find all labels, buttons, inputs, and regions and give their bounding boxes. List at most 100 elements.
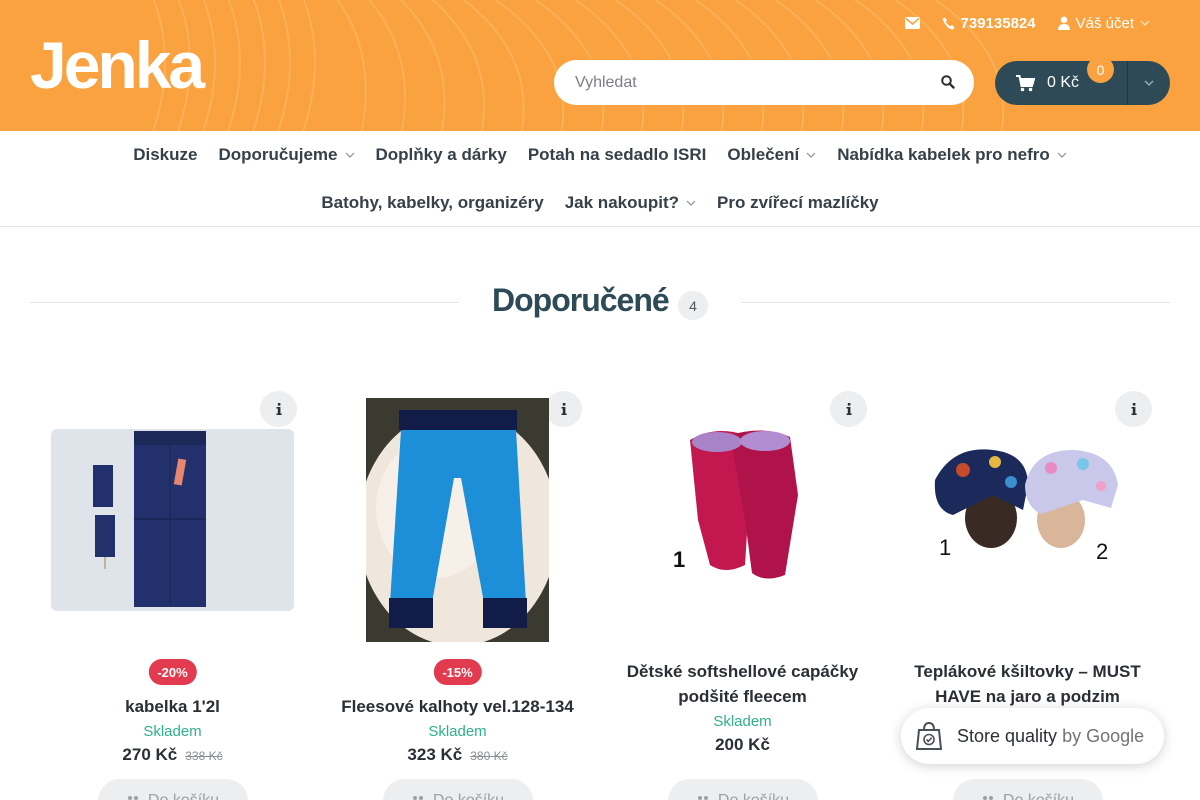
product-card: -20% kabelka 1'2l Skladem 270 Kč 338 Kč D… — [30, 385, 315, 800]
add-to-cart-label: Do košíku — [148, 792, 219, 800]
search-icon[interactable] — [940, 74, 956, 90]
phone-link[interactable]: 739135824 — [942, 15, 1036, 32]
add-to-cart-label: Do košíku — [433, 792, 504, 800]
price-row: 270 Kč 338 Kč — [30, 745, 315, 765]
cart-icon — [697, 796, 708, 800]
product-name-line-2: podšité fleecem — [678, 687, 807, 706]
product-name[interactable]: Dětské softshellové capáčky podšité flee… — [600, 659, 885, 709]
chevron-down-icon — [1144, 80, 1154, 86]
badge-label: Store quality — [957, 725, 1058, 746]
site-logo[interactable]: Jenka — [30, 28, 205, 102]
phone-icon — [942, 17, 955, 29]
add-to-cart-button[interactable]: Do košíku — [667, 779, 818, 800]
nav-item-label: Diskuze — [133, 145, 198, 164]
product-info-button[interactable] — [830, 391, 867, 427]
nav-item-label: Oblečení — [727, 145, 800, 164]
discount-badge: -15% — [433, 659, 482, 685]
product-info-button[interactable] — [545, 391, 582, 427]
product-name[interactable]: Teplákové kšiltovky – MUST HAVE na jaro … — [885, 659, 1170, 709]
product-image[interactable]: 1 2 — [933, 440, 1123, 570]
price-row: 200 Kč — [600, 735, 885, 755]
nav-item-jak-nakoupit[interactable]: Jak nakoupit? — [565, 193, 696, 213]
section-title: Doporučené — [492, 282, 670, 318]
product-name-line-1: Teplákové kšiltovky – MUST — [914, 662, 1141, 681]
image-number-label: 1 — [939, 535, 952, 560]
nav-item-pro-zvireci[interactable]: Pro zvířecí mazlíčky — [717, 193, 879, 213]
nav-row-2: Batohy, kabelky, organizéry Jak nakoupit… — [0, 193, 1200, 213]
add-to-cart-button[interactable]: Do košíku — [952, 779, 1103, 800]
nav-item-label: Jak nakoupit? — [564, 193, 680, 212]
product-card: 1 Dětské softshellové capáčky podšité fl… — [600, 385, 885, 800]
badge-text: Store quality by Google — [957, 726, 1144, 747]
nav-item-label: Nabídka kabelek pro nefro — [837, 145, 1050, 164]
nav-item-doporucujeme[interactable]: Doporučujeme — [218, 145, 354, 165]
search-box — [554, 60, 974, 105]
chevron-down-icon — [1140, 20, 1150, 26]
cart-icon — [412, 796, 423, 800]
add-to-cart-button[interactable]: Do košíku — [97, 779, 248, 800]
old-price: 338 Kč — [185, 749, 223, 763]
nav-item-potah[interactable]: Potah na sedadlo ISRI — [528, 145, 707, 165]
nav-item-batohy[interactable]: Batohy, kabelky, organizéry — [321, 193, 543, 213]
product-image[interactable]: 1 — [670, 425, 820, 585]
add-to-cart-button[interactable]: Do košíku — [382, 779, 533, 800]
account-dropdown[interactable]: Váš účet — [1057, 15, 1150, 32]
product-info-button[interactable] — [260, 391, 297, 427]
info-icon — [846, 403, 852, 415]
info-icon — [561, 403, 567, 415]
product-name-line-1: Dětské softshellové capáčky — [626, 662, 859, 681]
user-icon — [1057, 16, 1070, 30]
nav-item-diskuze[interactable]: Diskuze — [133, 145, 197, 165]
nav-item-label: Potah na sedadlo ISRI — [527, 145, 707, 164]
discount-badge: -20% — [148, 659, 197, 685]
product-image[interactable] — [366, 398, 549, 642]
stock-status: Skladem — [428, 723, 487, 740]
stock-status: Skladem — [143, 723, 202, 740]
section-divider-left — [30, 302, 459, 303]
cart-dropdown-toggle[interactable] — [1128, 61, 1170, 105]
search-input[interactable] — [575, 73, 915, 92]
product-price: 200 Kč — [715, 735, 770, 754]
site-header: Jenka 739135824 Váš účet Vyhledat 0 Kč 0 — [0, 0, 1200, 131]
product-name-line-2: HAVE na jaro a podzim — [935, 687, 1120, 706]
shopping-bag-icon — [915, 722, 943, 750]
nav-item-nabidka-kabelek[interactable]: Nabídka kabelek pro nefro — [837, 145, 1067, 165]
chevron-down-icon — [806, 152, 816, 158]
chevron-down-icon — [345, 152, 354, 158]
image-number-label: 1 — [673, 547, 686, 572]
product-price: 323 Kč — [407, 745, 463, 764]
section-count-badge: 4 — [678, 291, 708, 320]
image-number-label: 2 — [1096, 539, 1109, 564]
old-price: 380 Kč — [470, 749, 508, 763]
product-image[interactable] — [51, 429, 294, 611]
product-name[interactable]: kabelka 1'2l — [30, 694, 315, 719]
cart-widget: 0 Kč — [995, 61, 1170, 105]
google-store-quality-badge[interactable]: Store quality by Google — [901, 708, 1164, 764]
email-link[interactable] — [904, 17, 920, 29]
main-navigation: Diskuze Doporučujeme Doplňky a dárky Pot… — [0, 131, 1200, 227]
cart-count-badge: 0 — [1087, 56, 1114, 83]
info-icon — [1131, 403, 1137, 415]
nav-item-obleceni[interactable]: Oblečení — [727, 145, 816, 165]
cart-icon — [982, 796, 993, 800]
nav-item-label: Pro zvířecí mazlíčky — [717, 193, 879, 212]
badge-by-label: by Google — [1062, 725, 1145, 746]
nav-item-label: Doporučujeme — [218, 145, 338, 164]
softshell-booties-photo — [670, 425, 820, 585]
stock-status: Skladem — [713, 713, 772, 730]
product-name[interactable]: Fleesové kalhoty vel.128-134 — [315, 694, 600, 719]
chevron-down-icon — [686, 200, 696, 206]
shopping-cart-icon — [1016, 74, 1035, 91]
nav-row-1: Diskuze Doporučujeme Doplňky a dárky Pot… — [0, 145, 1200, 165]
section-divider-right — [741, 302, 1170, 303]
info-icon — [276, 403, 282, 415]
fleece-pants-photo — [366, 398, 549, 642]
add-to-cart-label: Do košíku — [1003, 792, 1074, 800]
nav-item-label: Batohy, kabelky, organizéry — [321, 193, 544, 212]
top-links: 739135824 Váš účet — [883, 13, 1150, 33]
nav-item-doplnky[interactable]: Doplňky a dárky — [376, 145, 507, 165]
cart-icon — [127, 796, 138, 800]
handbag-photo — [51, 429, 294, 611]
envelope-icon — [904, 17, 920, 29]
product-info-button[interactable] — [1115, 391, 1152, 427]
